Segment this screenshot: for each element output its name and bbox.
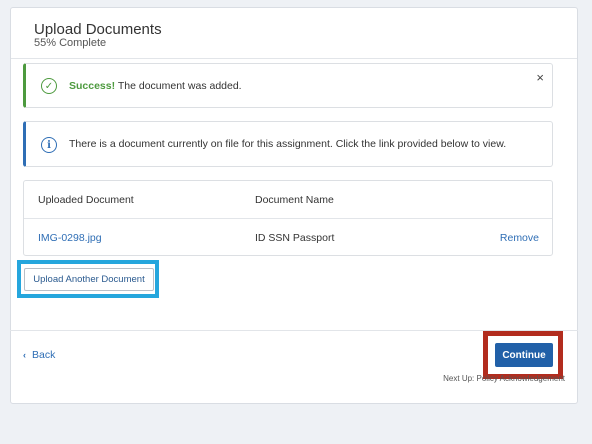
documents-table: Uploaded Document Document Name IMG-0298… <box>23 180 553 256</box>
page-title: Upload Documents <box>34 21 162 38</box>
table-row: IMG-0298.jpg ID SSN Passport Remove <box>24 219 552 256</box>
info-circle-icon: i <box>41 137 57 153</box>
back-label: Back <box>32 349 56 361</box>
upload-another-document-button[interactable]: Upload Another Document <box>24 268 154 291</box>
document-file-link[interactable]: IMG-0298.jpg <box>38 232 102 244</box>
column-header-document-name: Document Name <box>255 194 334 206</box>
continue-button[interactable]: Continue <box>495 343 553 367</box>
success-alert: ✓ Success! The document was added. × <box>23 63 553 108</box>
remove-document-link[interactable]: Remove <box>500 232 539 244</box>
back-link[interactable]: ‹ Back <box>23 349 55 361</box>
chevron-left-icon: ‹ <box>23 350 26 360</box>
card-header: Upload Documents 55% Complete <box>11 8 577 59</box>
close-icon[interactable]: × <box>536 70 544 85</box>
column-header-uploaded-document: Uploaded Document <box>38 194 134 206</box>
table-header-row: Uploaded Document Document Name <box>24 181 552 219</box>
success-strong: Success! <box>69 80 116 92</box>
next-up-text: Next Up: Policy Acknowledgement <box>443 374 565 383</box>
success-text: The document was added. <box>115 80 242 92</box>
check-circle-icon: ✓ <box>41 78 57 94</box>
info-message: There is a document currently on file fo… <box>69 138 507 150</box>
info-alert: i There is a document currently on file … <box>23 121 553 167</box>
progress-text: 55% Complete <box>34 37 107 49</box>
success-message: Success! The document was added. <box>69 80 242 92</box>
document-name-cell: ID SSN Passport <box>255 232 335 244</box>
